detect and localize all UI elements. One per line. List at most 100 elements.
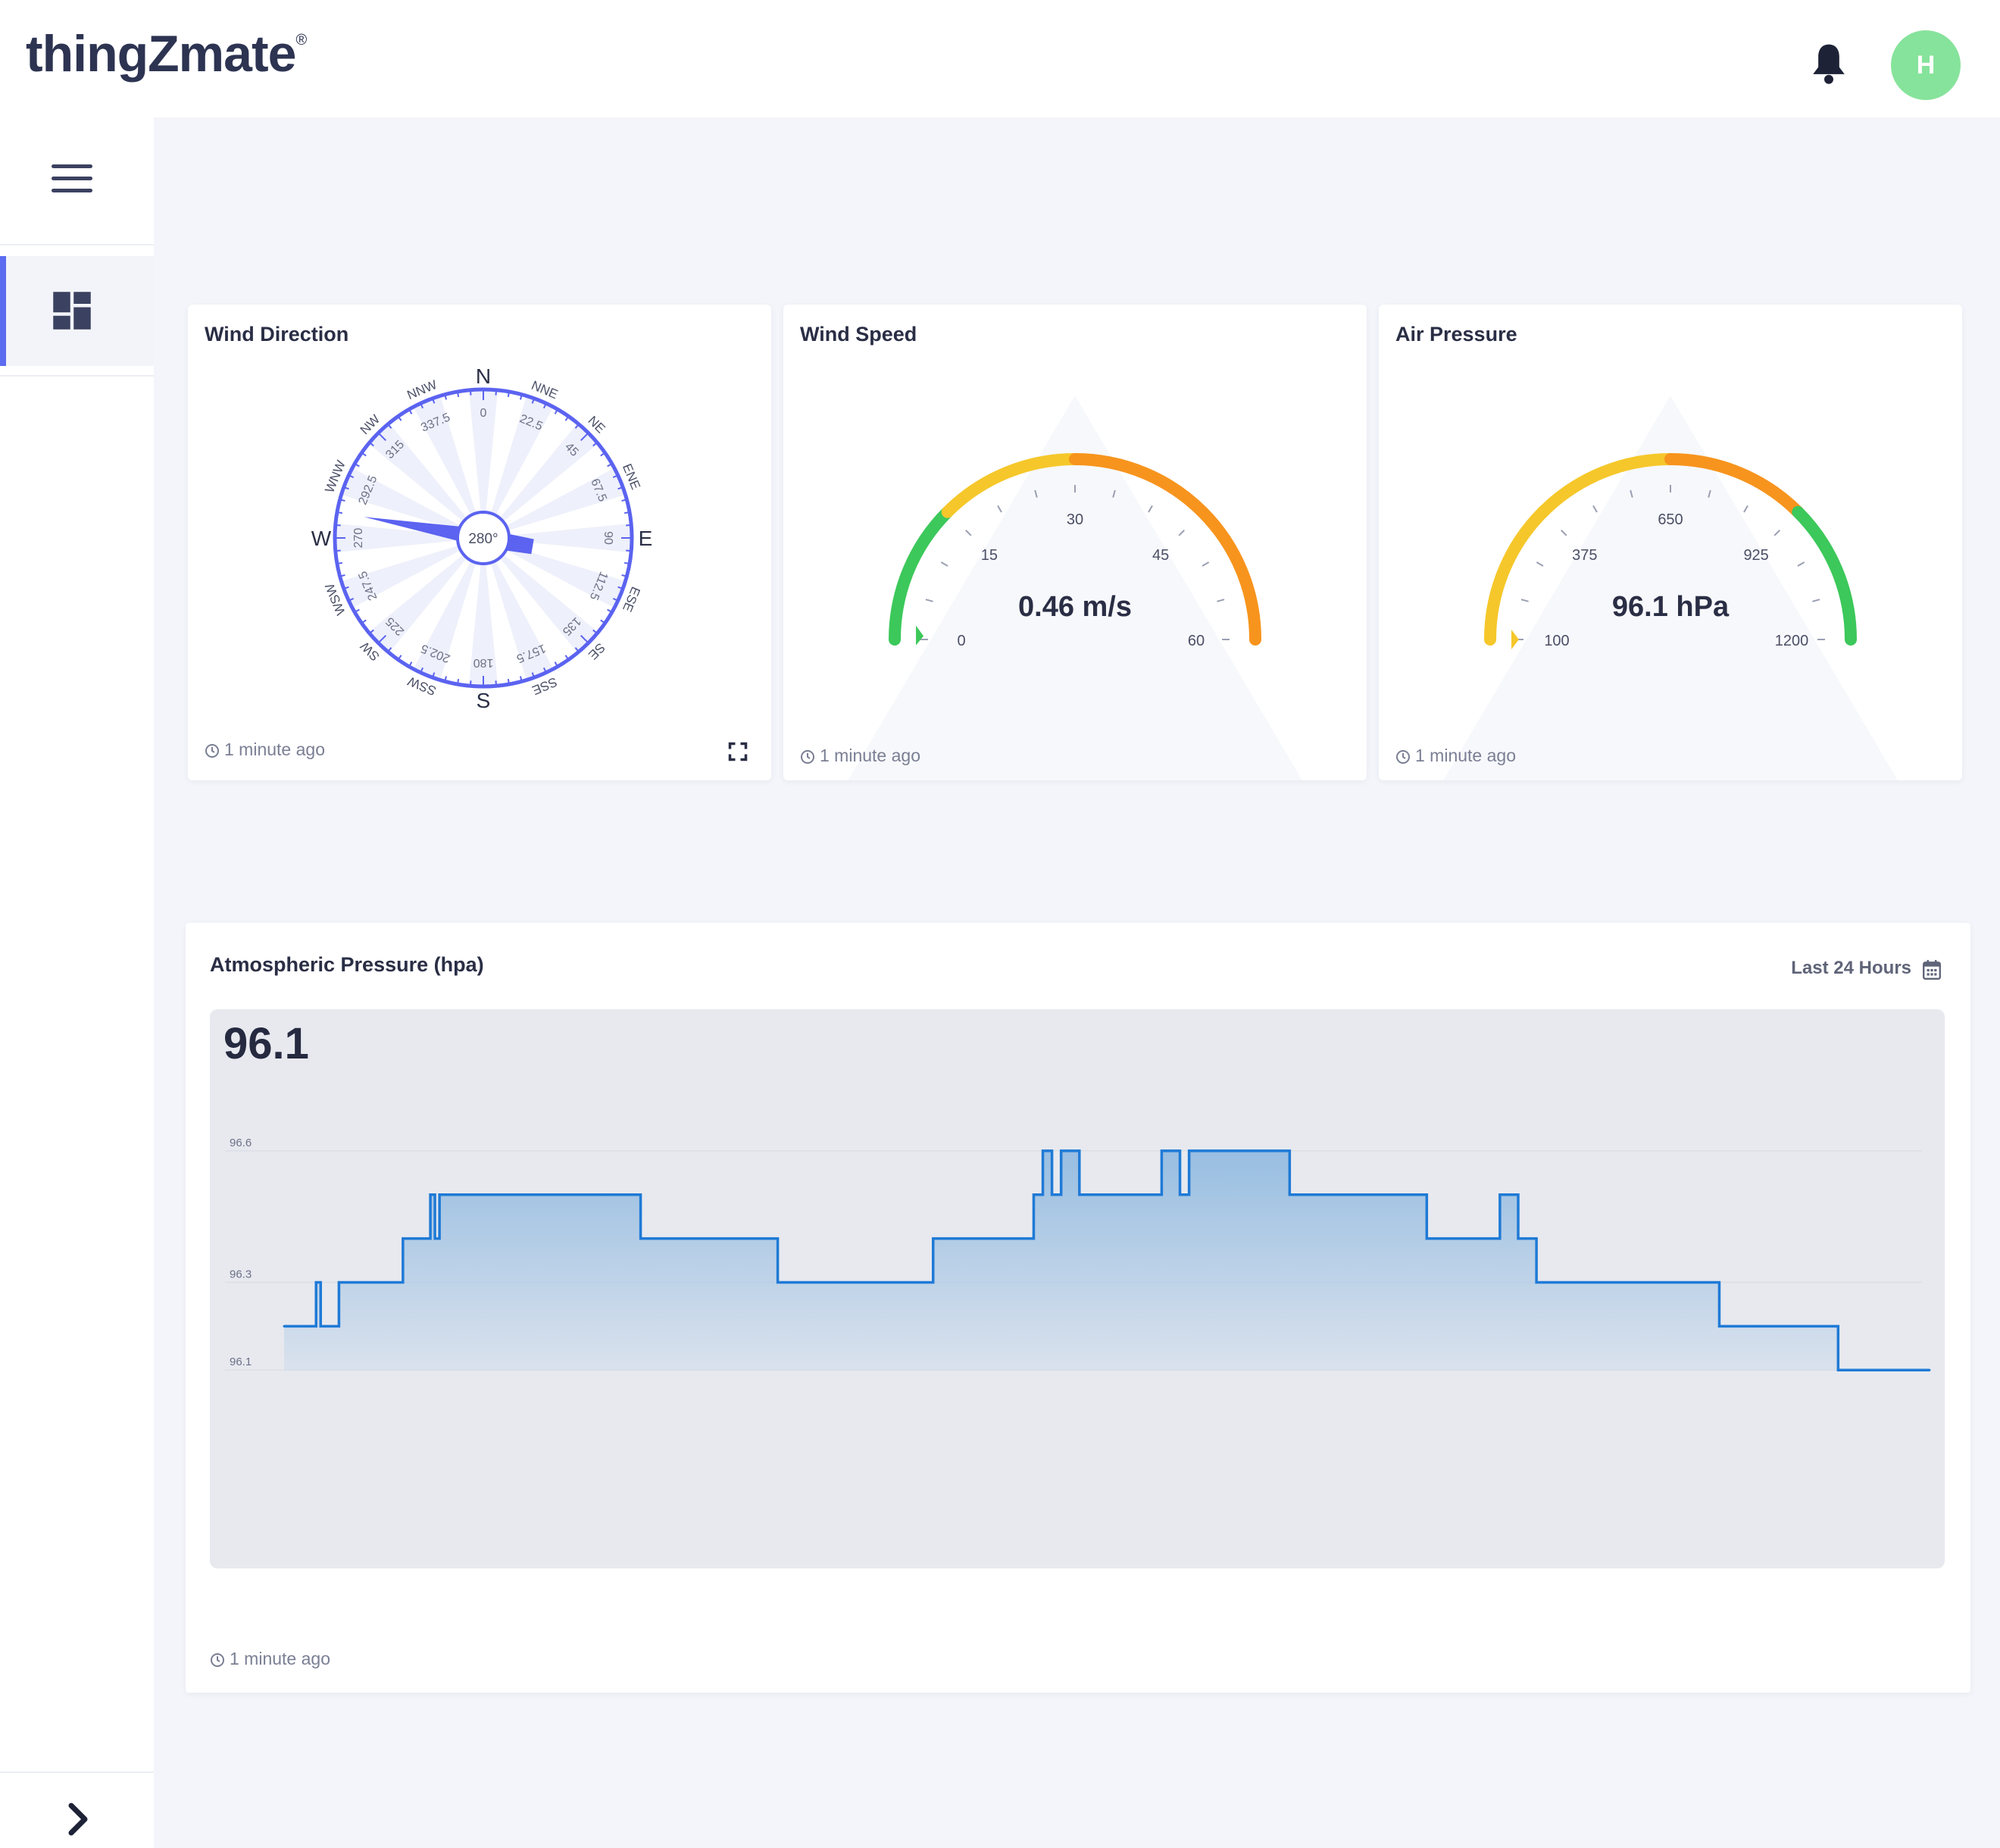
clock-icon <box>205 743 219 758</box>
gauge-tick <box>1178 530 1185 536</box>
data-point <box>1571 1280 1574 1284</box>
gauge-tick <box>965 530 972 536</box>
compass-degree-label: 180 <box>473 656 494 669</box>
compass-tick <box>335 549 341 552</box>
air-pressure-gauge: 100 375 650 925 1200 <box>1443 396 1898 780</box>
user-avatar[interactable]: H <box>1891 30 1961 100</box>
calendar-icon[interactable] <box>1922 959 1942 980</box>
compass-cardinal-label: W <box>311 527 332 550</box>
gauge-tick-label: 375 <box>1572 547 1597 564</box>
compass-gauge: N0NNE22.5 NE45ENE67.5E90ESE112.5SE135SSE1… <box>311 364 653 712</box>
gauge-tick-label: 30 <box>1067 511 1083 528</box>
data-point <box>433 1237 436 1240</box>
data-point <box>813 1280 816 1284</box>
data-point <box>1160 1149 1163 1152</box>
data-point <box>1042 1149 1045 1152</box>
compass-tick <box>469 680 472 686</box>
bell-icon[interactable] <box>1808 41 1850 86</box>
gauge-tick-label: 100 <box>1544 633 1569 649</box>
compass-cardinal-label: S <box>477 689 491 712</box>
gauge-tick <box>1797 561 1805 567</box>
gauge-pointer <box>916 625 924 646</box>
data-point <box>1179 1193 1182 1196</box>
gauge-tick <box>1592 505 1598 513</box>
gauge-tick-label: 925 <box>1743 547 1768 564</box>
sidebar-divider <box>0 1771 154 1773</box>
data-point <box>1060 1149 1063 1152</box>
app-logo[interactable]: thingZmate® <box>26 24 307 83</box>
data-point <box>429 1193 432 1196</box>
data-point <box>1051 1193 1054 1196</box>
sidebar <box>0 117 154 1848</box>
data-point <box>1188 1149 1191 1152</box>
pressure-area-chart: 96.6 96.3 96.1 <box>225 1137 1931 1371</box>
dashboard-icon[interactable] <box>52 290 92 331</box>
compass-tick <box>623 561 630 565</box>
data-point <box>1032 1193 1035 1196</box>
gauge-tick <box>1202 561 1210 567</box>
air-pressure-widget: Air Pressure 100 375 650 925 1200 96.1 hPa 1… <box>1379 305 1962 780</box>
y-tick-label: 96.1 <box>230 1356 252 1368</box>
clock-icon <box>1396 749 1410 764</box>
gauge-pointer <box>1511 630 1519 649</box>
data-point <box>314 1280 317 1284</box>
last-updated: 1 minute ago <box>1395 746 1516 766</box>
compass-tick <box>335 524 341 527</box>
data-point <box>1288 1193 1291 1196</box>
chart-title: Atmospheric Pressure (hpa) <box>210 953 484 976</box>
y-tick-label: 96.6 <box>230 1137 252 1149</box>
compass-tick <box>623 511 630 514</box>
gauge-tick <box>997 505 1002 513</box>
data-point <box>438 1193 441 1196</box>
compass-cardinal-label: N <box>476 364 491 388</box>
data-point <box>1928 1368 1931 1371</box>
data-point <box>1717 1324 1720 1327</box>
data-point <box>1755 1324 1758 1327</box>
compass-tick <box>336 561 343 565</box>
compass-tick <box>626 524 632 527</box>
compass-tick <box>336 511 343 514</box>
sidebar-divider <box>0 244 154 245</box>
gauge-tick-label: 60 <box>1188 633 1205 649</box>
top-bar: thingZmate® H <box>0 0 2000 117</box>
compass-tick <box>495 680 498 686</box>
data-point <box>1883 1368 1886 1371</box>
gauge-tick <box>1148 505 1153 513</box>
gauge-tick <box>940 561 948 567</box>
clock-icon <box>801 749 814 764</box>
sidebar-divider <box>0 375 154 377</box>
y-tick-label: 96.3 <box>230 1268 252 1280</box>
expand-icon[interactable] <box>727 741 748 762</box>
hamburger-icon[interactable] <box>52 164 92 195</box>
compass-tick <box>495 389 498 396</box>
data-point <box>1078 1193 1081 1196</box>
compass-degree-label: 90 <box>602 531 614 545</box>
chevron-right-icon[interactable] <box>62 1801 92 1837</box>
gauge-tick-label: 45 <box>1152 547 1169 564</box>
last-updated: 1 minute ago <box>800 746 920 766</box>
last-updated: 1 minute ago <box>205 740 325 760</box>
data-point <box>1197 1149 1200 1152</box>
compass-tick <box>507 391 511 398</box>
data-point <box>319 1324 322 1327</box>
data-point <box>1425 1237 1428 1240</box>
gauge-tick <box>1773 530 1780 536</box>
data-point <box>1535 1280 1538 1284</box>
data-point <box>777 1280 780 1284</box>
gauge-tick <box>1561 530 1567 536</box>
data-point <box>283 1324 286 1327</box>
gauge-tick-label: 15 <box>981 547 998 564</box>
data-point <box>310 1324 313 1327</box>
data-point <box>1517 1237 1520 1240</box>
clock-icon <box>211 1653 224 1667</box>
data-point <box>1836 1368 1839 1371</box>
compass-tick <box>469 389 472 396</box>
time-range-selector[interactable]: Last 24 Hours <box>1791 958 1911 979</box>
compass-degree-label: 0 <box>480 407 487 420</box>
wind-speed-widget: Wind Speed 0 15 30 45 60 0.46 m/s 1 minute a… <box>783 305 1367 780</box>
compass-cardinal-label: E <box>639 527 653 550</box>
gauge-tick <box>1536 561 1544 567</box>
data-point <box>1498 1193 1502 1196</box>
data-point <box>337 1280 340 1284</box>
compass-tick <box>507 678 511 685</box>
